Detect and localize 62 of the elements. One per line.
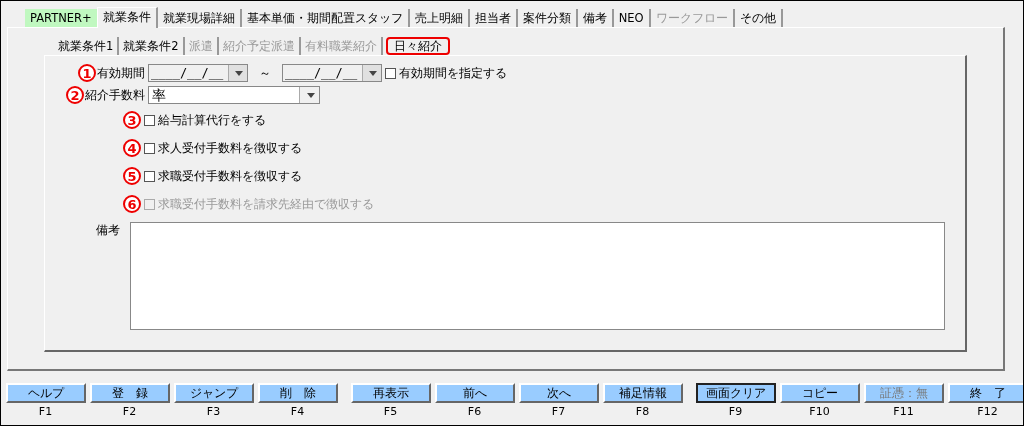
checkbox[interactable] (385, 67, 396, 79)
checkbox-label: 求職受付手数料を徴収する (158, 167, 302, 185)
function-button[interactable]: 終 了 (947, 383, 1023, 403)
function-button[interactable]: 次へ (518, 383, 599, 403)
function-button[interactable]: ジャンプ (173, 383, 254, 403)
number-marker: 3 (123, 111, 141, 129)
function-button[interactable]: コピー (779, 383, 860, 403)
number-marker: 6 (123, 195, 141, 213)
field-label: 紹介手数料 (85, 86, 145, 104)
function-button[interactable]: ヘルプ (5, 383, 86, 403)
date-field[interactable]: ____/__/__ (148, 64, 248, 82)
function-key-label: F3 (206, 405, 221, 418)
range-separator: ～ (258, 64, 272, 82)
checkbox[interactable] (144, 142, 155, 154)
dropdown[interactable]: 率 (148, 86, 320, 104)
field-label: 有効期間 (97, 64, 145, 82)
function-key-label: F2 (122, 405, 137, 418)
tab[interactable]: 備考 (577, 9, 614, 27)
caret-icon (235, 70, 243, 76)
function-key-label: F11 (893, 405, 914, 418)
remarks-field[interactable] (130, 222, 945, 330)
tab[interactable]: 就業条件 (96, 7, 158, 28)
checkbox[interactable] (144, 114, 155, 126)
function-button[interactable]: 前へ (434, 383, 515, 403)
checkbox-label: 求職受付手数料を請求先経由で徴収する (158, 195, 374, 213)
number-marker: 5 (123, 167, 141, 185)
date-field[interactable]: ____/__/__ (282, 64, 382, 82)
tab[interactable]: 日々紹介 (385, 37, 450, 55)
tab[interactable]: 案件分類 (517, 9, 578, 27)
tab[interactable]: 売上明細 (409, 9, 470, 27)
function-key-label: F9 (728, 405, 743, 418)
tab[interactable]: 就業条件2 (119, 37, 185, 55)
caret-icon (369, 70, 377, 76)
function-button[interactable]: 登 録 (89, 383, 170, 403)
number-marker: 2 (66, 86, 84, 104)
tab[interactable]: 担当者 (469, 9, 518, 27)
function-key-label: F5 (383, 405, 398, 418)
field-label: 備考 (96, 222, 120, 239)
number-marker: 4 (123, 139, 141, 157)
function-key-label: F8 (635, 405, 650, 418)
tab[interactable]: 就業条件1 (54, 37, 120, 55)
tab[interactable]: その他 (734, 9, 783, 27)
checkbox[interactable] (144, 170, 155, 182)
function-key-label: F6 (467, 405, 482, 418)
checkbox-label: 給与計算代行をする (158, 111, 266, 129)
tab[interactable]: 就業現場詳細 (157, 9, 242, 27)
function-key-label: F7 (551, 405, 566, 418)
function-button[interactable]: 画面クリア (695, 383, 776, 403)
checkbox-label: 求人受付手数料を徴収する (158, 139, 302, 157)
checkbox-label: 有効期間を指定する (399, 64, 507, 82)
product-badge[interactable]: PARTNER+ (25, 9, 97, 27)
function-key-label: F10 (809, 405, 830, 418)
caret-icon (307, 92, 315, 98)
function-button[interactable]: 再表示 (350, 383, 431, 403)
tab[interactable]: 基本単価・期間配置スタッフ (241, 9, 410, 27)
function-key-label: F1 (38, 405, 53, 418)
number-marker: 1 (78, 64, 96, 82)
function-button[interactable]: 補足情報 (602, 383, 683, 403)
function-button[interactable]: 削 除 (257, 383, 338, 403)
function-key-label: F12 (977, 405, 998, 418)
tab[interactable]: NEO (613, 9, 651, 27)
function-key-label: F4 (290, 405, 305, 418)
